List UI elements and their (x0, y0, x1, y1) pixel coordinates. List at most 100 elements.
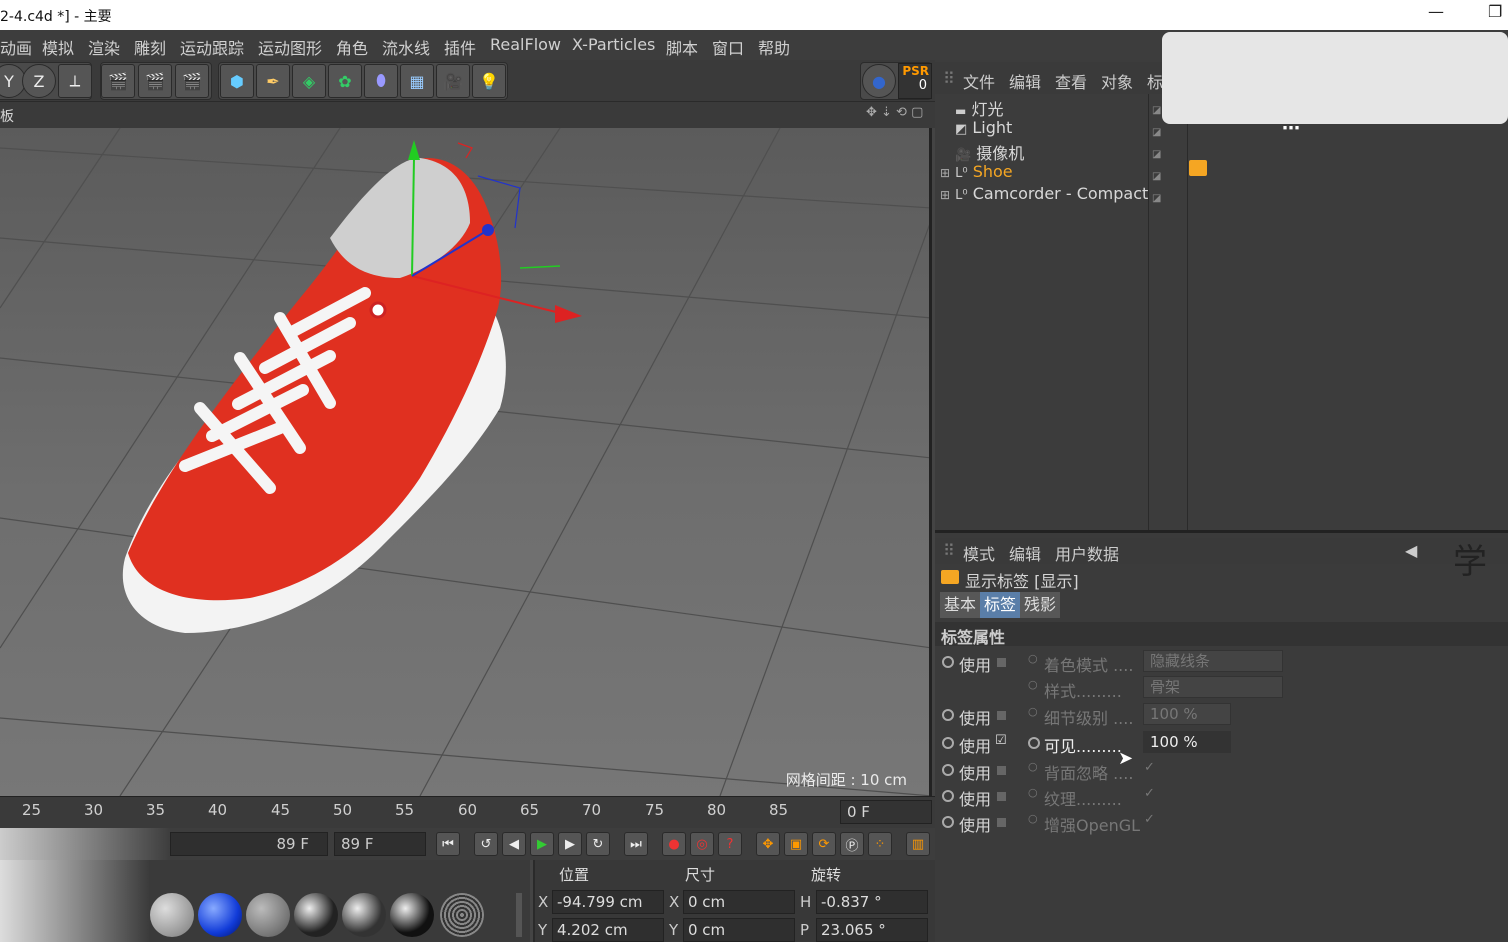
material-swatch[interactable] (246, 893, 290, 937)
checkbox[interactable] (997, 658, 1006, 667)
shading-mode-dropdown[interactable]: 隐藏线条 (1143, 650, 1283, 672)
material-swatch[interactable] (342, 893, 386, 937)
object-row-camera[interactable]: 🎥 摄像机 (955, 140, 1150, 163)
z-axis-button[interactable]: Z (22, 64, 56, 98)
expand-icon[interactable]: ⊞ (940, 166, 950, 180)
render-settings-icon[interactable]: 🎬 (175, 64, 209, 98)
light-bulb-icon[interactable]: 💡 (472, 64, 506, 98)
style-dropdown[interactable]: 骨架 (1143, 676, 1283, 698)
pen-icon[interactable]: ✒ (256, 64, 290, 98)
checked-icon[interactable]: ☑ (995, 733, 1007, 748)
minimize-button[interactable]: — (1428, 2, 1444, 21)
opengl-check[interactable]: ✓ (1144, 812, 1155, 827)
backface-check[interactable]: ✓ (1144, 760, 1155, 775)
tab-tag[interactable]: 标签 (980, 592, 1021, 618)
go-to-end-icon[interactable]: ⏭ (624, 832, 648, 856)
go-to-start-icon[interactable]: ⏮ (436, 832, 460, 856)
deformer-icon[interactable]: ⬮ (364, 64, 398, 98)
current-frame-field[interactable]: 0 F (840, 800, 932, 824)
previous-frame-icon[interactable]: ◀ (502, 832, 526, 856)
size-y-field[interactable]: 0 cm (683, 918, 795, 942)
material-swatch[interactable] (440, 893, 484, 937)
radio-icon[interactable] (942, 737, 954, 749)
checkbox[interactable] (997, 818, 1006, 827)
om-menu-file[interactable]: 文件 (963, 69, 995, 93)
record-key-icon[interactable]: ● (662, 832, 686, 856)
rotate-key-icon[interactable]: ⟳ (812, 832, 836, 856)
more-icon[interactable]: ⋯ (1282, 118, 1300, 139)
pos-x-field[interactable]: -94.799 cm (552, 890, 664, 914)
am-menu-userdata[interactable]: 用户数据 (1055, 541, 1119, 565)
menu-render[interactable]: 渲染 (88, 35, 120, 59)
floor-icon[interactable]: ▦ (400, 64, 434, 98)
object-row-camcorder[interactable]: ⊞ L⁰ Camcorder - Compact (940, 184, 1148, 206)
animation-end-field[interactable]: 89 F (334, 832, 426, 856)
tab-basic[interactable]: 基本 (940, 592, 981, 618)
texture-check[interactable]: ✓ (1144, 786, 1155, 801)
am-menu-mode[interactable]: 模式 (963, 541, 995, 565)
om-menu-object[interactable]: 对象 (1101, 69, 1133, 93)
back-arrow-icon[interactable]: ◀ (1405, 541, 1417, 560)
tab-afterimage[interactable]: 残影 (1020, 592, 1061, 618)
om-menu-view[interactable]: 查看 (1055, 69, 1087, 93)
checkbox[interactable] (997, 711, 1006, 720)
cloner-icon[interactable]: ✿ (328, 64, 362, 98)
rot-h-field[interactable]: -0.837 ° (816, 890, 928, 914)
restore-button[interactable]: ❐ (1488, 2, 1502, 21)
menu-help[interactable]: 帮助 (758, 35, 790, 59)
radio-icon[interactable] (942, 764, 954, 776)
size-x-field[interactable]: 0 cm (683, 890, 795, 914)
radio-icon[interactable] (1028, 737, 1040, 749)
menu-motion-tracking[interactable]: 运动跟踪 (180, 35, 244, 59)
am-menu-edit[interactable]: 编辑 (1009, 541, 1041, 565)
move-key-icon[interactable]: ✥ (756, 832, 780, 856)
material-swatch[interactable] (198, 893, 242, 937)
psr-indicator[interactable]: PSR 0 (898, 63, 932, 99)
menu-window[interactable]: 窗口 (712, 35, 744, 59)
radio-icon[interactable] (942, 656, 954, 668)
3d-viewport[interactable]: 网格间距 : 10 cm (0, 128, 932, 796)
om-menu-tags[interactable]: 标 (1147, 69, 1163, 93)
scale-key-icon[interactable]: ▣ (784, 832, 808, 856)
lod-field[interactable]: 100 % (1143, 703, 1231, 725)
record-object-icon[interactable]: ● (862, 64, 896, 98)
visibility-field[interactable]: 100 % (1143, 731, 1231, 753)
shoe-model[interactable] (122, 157, 506, 633)
play-icon[interactable]: ▶ (530, 832, 554, 856)
material-swatch[interactable] (390, 893, 434, 937)
display-tag-icon[interactable] (1189, 160, 1207, 176)
menu-xparticles[interactable]: X-Particles (572, 35, 655, 54)
object-row-light[interactable]: ◩ Light (955, 118, 1150, 140)
cube-icon[interactable]: ⬢ (220, 64, 254, 98)
expand-icon[interactable]: ⊞ (940, 188, 950, 202)
timeline-ruler[interactable]: 25 30 35 40 45 50 55 60 65 70 75 80 85 (0, 796, 935, 828)
render-picture-viewer-icon[interactable]: 🎬 (138, 64, 172, 98)
preview-end-field[interactable]: 89 F (170, 832, 328, 856)
menu-animation[interactable]: 动画 (0, 35, 32, 59)
timeline-window-icon[interactable]: ▥ (906, 832, 930, 856)
pla-key-icon[interactable]: ⁘ (868, 832, 892, 856)
object-row-shoe[interactable]: ⊞ L⁰ Shoe (940, 162, 1135, 184)
menu-realflow[interactable]: RealFlow (490, 35, 561, 54)
previous-key-icon[interactable]: ↺ (474, 832, 498, 856)
material-swatch[interactable] (150, 893, 194, 937)
pos-y-field[interactable]: 4.202 cm (552, 918, 664, 942)
menu-mograph[interactable]: 运动图形 (258, 35, 322, 59)
menu-character[interactable]: 角色 (336, 35, 368, 59)
next-frame-icon[interactable]: ▶ (558, 832, 582, 856)
checkbox[interactable] (997, 766, 1006, 775)
menu-plugins[interactable]: 插件 (444, 35, 476, 59)
object-row-light-cn[interactable]: ▬ 灯光 (955, 96, 1150, 119)
material-scrollbar[interactable] (516, 893, 522, 937)
menu-simulate[interactable]: 模拟 (42, 35, 74, 59)
coordinate-system-icon[interactable]: ⟂ (58, 64, 92, 98)
camera-icon[interactable]: 🎥 (436, 64, 470, 98)
viewport-nav-icons[interactable]: ✥ ⇣ ⟲ ▢ (866, 105, 923, 120)
radio-icon[interactable] (942, 790, 954, 802)
autokey-icon[interactable]: ◎ (690, 832, 714, 856)
subdivision-icon[interactable]: ◈ (292, 64, 326, 98)
render-view-icon[interactable]: 🎬 (101, 64, 135, 98)
loop-icon[interactable]: ↻ (586, 832, 610, 856)
rot-p-field[interactable]: 23.065 ° (816, 918, 928, 942)
menu-sculpt[interactable]: 雕刻 (134, 35, 166, 59)
